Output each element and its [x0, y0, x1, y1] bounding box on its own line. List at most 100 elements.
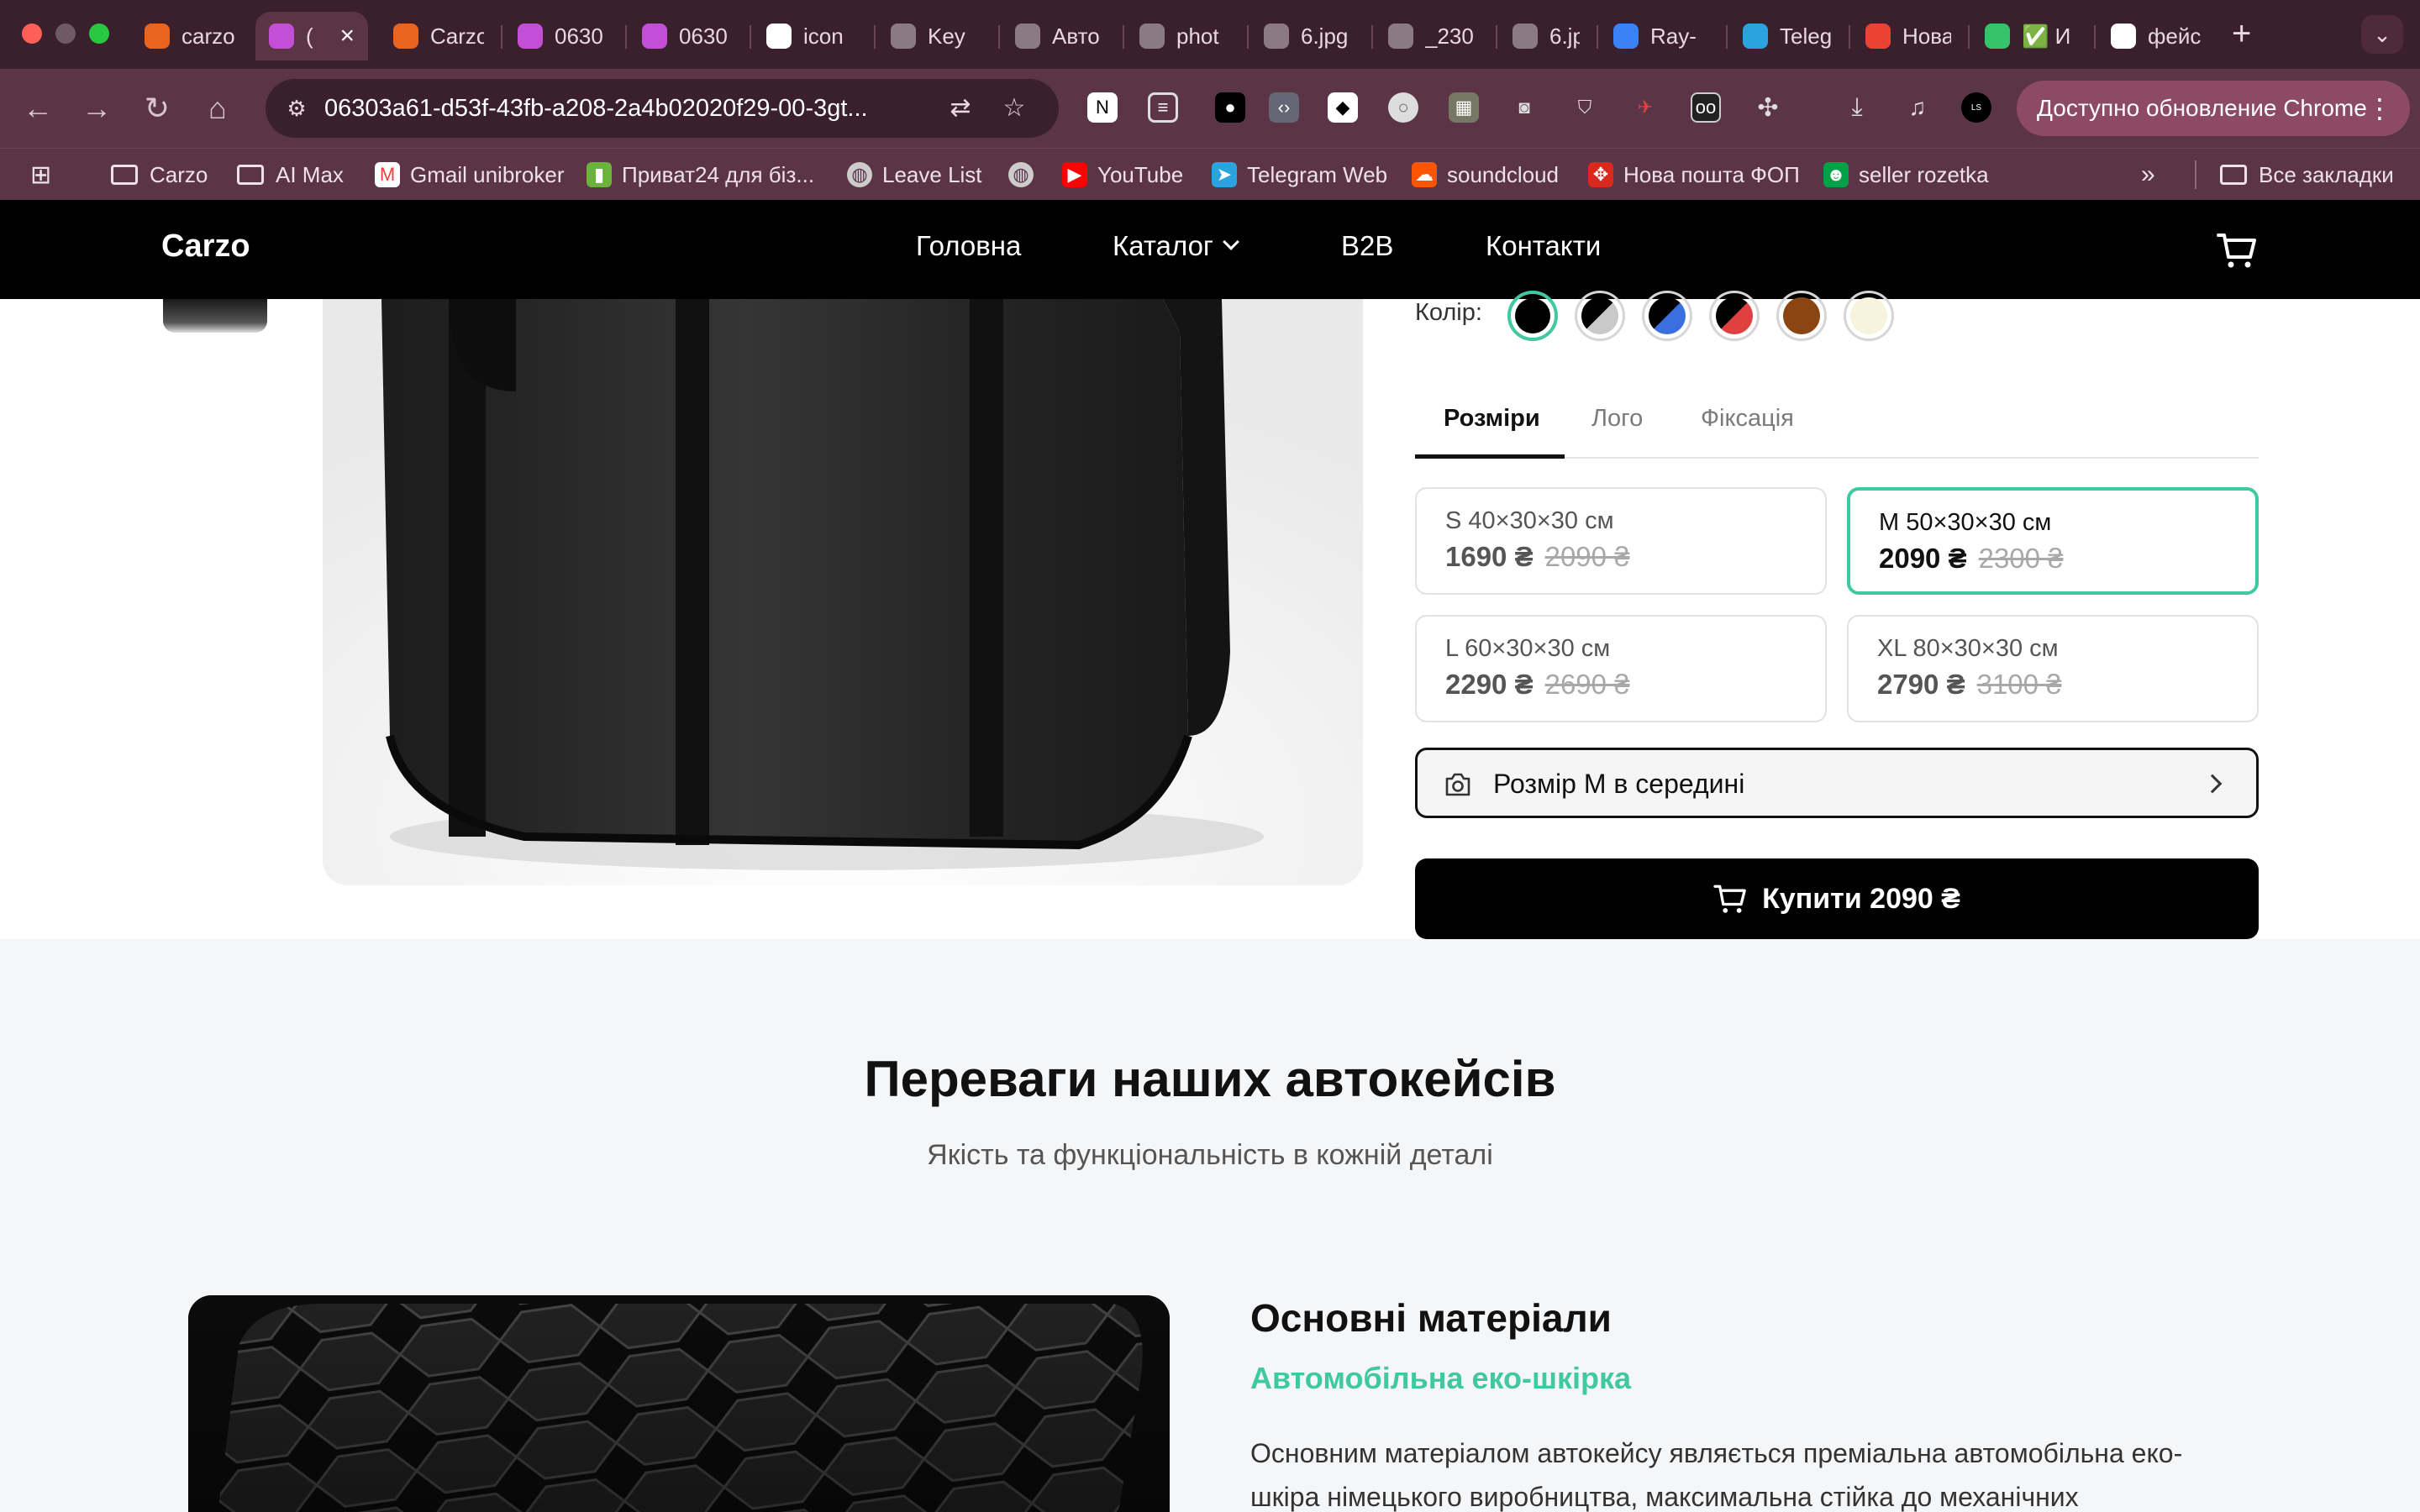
size-option[interactable]: L 60×30×30 см 2290 ₴ 2690 ₴: [1415, 615, 1827, 722]
browser-tab[interactable]: 0630: [504, 12, 622, 60]
check-icon: [1985, 24, 2010, 49]
size-option[interactable]: XL 80×30×30 см 2790 ₴ 3100 ₴: [1847, 615, 2259, 722]
tab-fixation[interactable]: Фіксація: [1701, 405, 1794, 433]
color-swatch-black-blue[interactable]: [1642, 291, 1692, 341]
code-extension-icon[interactable]: ‹›: [1269, 92, 1299, 123]
site-logo[interactable]: Carzo: [161, 228, 250, 265]
browser-tab[interactable]: Teleg: [1729, 12, 1845, 60]
all-bookmarks-button[interactable]: Все закладки: [2220, 160, 2394, 189]
browser-tab[interactable]: carzo: [131, 12, 249, 60]
size-option[interactable]: S 40×30×30 см 1690 ₴ 2090 ₴: [1415, 487, 1827, 595]
media-control-icon[interactable]: ♫: [1902, 92, 1933, 123]
browser-tab[interactable]: ✅ И: [1971, 12, 2089, 60]
browser-tab[interactable]: Нова: [1852, 12, 1965, 60]
close-window-button[interactable]: [22, 24, 42, 44]
browser-tab[interactable]: Carzo: [380, 12, 497, 60]
nav-catalog[interactable]: Каталог: [1113, 230, 1239, 262]
circle-extension-icon[interactable]: ○: [1388, 92, 1418, 123]
bookmark-item[interactable]: ☻ seller rozetka: [1823, 160, 1989, 189]
nav-b2b[interactable]: B2B: [1341, 230, 1393, 262]
tab-title: icon: [803, 23, 844, 49]
browser-tab[interactable]: 6.jpg: [1499, 12, 1593, 60]
camera-extension-icon[interactable]: ◙: [1509, 92, 1539, 123]
tab-separator: [1849, 25, 1850, 49]
cart-icon[interactable]: [2217, 232, 2257, 269]
bookmark-item[interactable]: ▶ YouTube: [1062, 160, 1183, 189]
browser-tab[interactable]: _230: [1375, 12, 1492, 60]
section-subtitle: Якість та функціональність в кожній дета…: [927, 1139, 1493, 1171]
bookmark-item[interactable]: ➤ Telegram Web: [1212, 160, 1387, 189]
shield-extension-icon[interactable]: ◆: [1328, 92, 1358, 123]
site-icon: [1512, 24, 1538, 49]
tab-separator: [1968, 25, 1970, 49]
apps-grid-icon[interactable]: ⊞: [30, 160, 51, 189]
bookmark-item[interactable]: ◍ Leave List: [847, 160, 982, 189]
browser-tab[interactable]: 0630: [629, 12, 746, 60]
nav-contacts[interactable]: Контакти: [1486, 230, 1601, 262]
apple-extension-icon[interactable]: ●: [1215, 92, 1245, 123]
tab-title: 6.jpg: [1301, 23, 1349, 49]
bird-extension-icon[interactable]: ✈: [1630, 92, 1660, 123]
material-subtitle: Автомобільна еко-шкірка: [1250, 1361, 1632, 1395]
bookmark-item[interactable]: Carzo: [111, 160, 208, 189]
glasses-extension-icon[interactable]: oo: [1691, 92, 1721, 123]
color-swatch-black-silver[interactable]: [1575, 291, 1625, 341]
color-swatch-beige[interactable]: [1844, 291, 1894, 341]
bookmark-label: Приват24 для біз...: [622, 161, 815, 187]
soundcloud-icon: ☁: [1412, 162, 1437, 187]
home-icon[interactable]: ⌂: [197, 87, 239, 129]
size-option[interactable]: M 50×30×30 см 2090 ₴ 2300 ₴: [1847, 487, 2259, 595]
browser-tab[interactable]: фейс: [2097, 12, 2223, 60]
bookmark-item[interactable]: ☁ soundcloud: [1412, 160, 1559, 189]
size-inside-button[interactable]: Розмір M в середині: [1415, 748, 2259, 818]
reload-icon[interactable]: ↻: [136, 87, 178, 129]
browser-tab[interactable]: icon: [753, 12, 871, 60]
download-icon[interactable]: ⤓: [1842, 92, 1872, 123]
url-text[interactable]: 06303a61-d53f-43fb-a208-2a4b02020f29-00-…: [324, 79, 963, 138]
bookmark-item[interactable]: M Gmail unibroker: [375, 160, 565, 189]
extensions-puzzle-icon[interactable]: ✣: [1753, 92, 1783, 123]
tab-logo[interactable]: Лого: [1591, 405, 1643, 433]
profile-avatar[interactable]: LS: [1961, 92, 1991, 123]
tab-sizes[interactable]: Розміри: [1444, 405, 1540, 433]
reader-extension-icon[interactable]: ≡: [1148, 92, 1178, 123]
browser-tab[interactable]: Авто: [1002, 12, 1119, 60]
close-tab-icon[interactable]: ×: [339, 22, 355, 50]
telegram-icon: [1743, 24, 1768, 49]
bookmark-item[interactable]: ▮ Приват24 для біз...: [587, 160, 814, 189]
color-swatch-brown[interactable]: [1776, 291, 1827, 341]
vpn-extension-icon[interactable]: ⛉: [1570, 92, 1600, 123]
site-settings-icon[interactable]: ⚙: [282, 94, 311, 123]
zoom-window-button[interactable]: [89, 24, 109, 44]
menu-dots-icon[interactable]: ⋮: [2366, 81, 2393, 136]
color-swatch-black[interactable]: [1507, 291, 1558, 341]
bookmark-item[interactable]: ◍: [1008, 160, 1044, 189]
lovable-icon: [642, 24, 667, 49]
browser-tab[interactable]: Key: [877, 12, 995, 60]
gallery-thumbnail[interactable]: [163, 299, 267, 333]
nav-home[interactable]: Головна: [916, 230, 1021, 262]
chrome-update-button[interactable]: Доступно обновление Chrome ⋮: [2017, 81, 2410, 136]
notion-extension-icon[interactable]: N: [1087, 92, 1118, 123]
translate-icon[interactable]: ⇄: [944, 92, 976, 124]
tab-search-button[interactable]: ⌄: [2361, 15, 2403, 54]
gmail-icon: [1865, 24, 1891, 49]
browser-tab[interactable]: (×: [255, 12, 368, 60]
bookmark-label: YouTube: [1097, 161, 1184, 187]
new-tab-button[interactable]: +: [2232, 15, 2251, 53]
screen-extension-icon[interactable]: ▦: [1449, 92, 1479, 123]
back-icon[interactable]: ←: [17, 87, 59, 129]
bookmarks-overflow-icon[interactable]: »: [2141, 160, 2155, 189]
folder-icon: [2220, 165, 2247, 185]
bookmark-item[interactable]: AI Max: [237, 160, 344, 189]
bookmark-star-icon[interactable]: ☆: [998, 92, 1030, 124]
forward-icon[interactable]: →: [76, 87, 118, 129]
buy-button[interactable]: Купити 2090 ₴: [1415, 858, 2259, 939]
address-bar[interactable]: ⚙ 06303a61-d53f-43fb-a208-2a4b02020f29-0…: [266, 79, 1059, 138]
browser-tab[interactable]: phot: [1126, 12, 1244, 60]
color-swatch-black-red[interactable]: [1709, 291, 1760, 341]
minimize-window-button[interactable]: [55, 24, 76, 44]
browser-tab[interactable]: Ray-: [1600, 12, 1718, 60]
browser-tab[interactable]: 6.jpg: [1250, 12, 1368, 60]
bookmark-item[interactable]: ✥ Нова пошта ФОП: [1588, 160, 1800, 189]
